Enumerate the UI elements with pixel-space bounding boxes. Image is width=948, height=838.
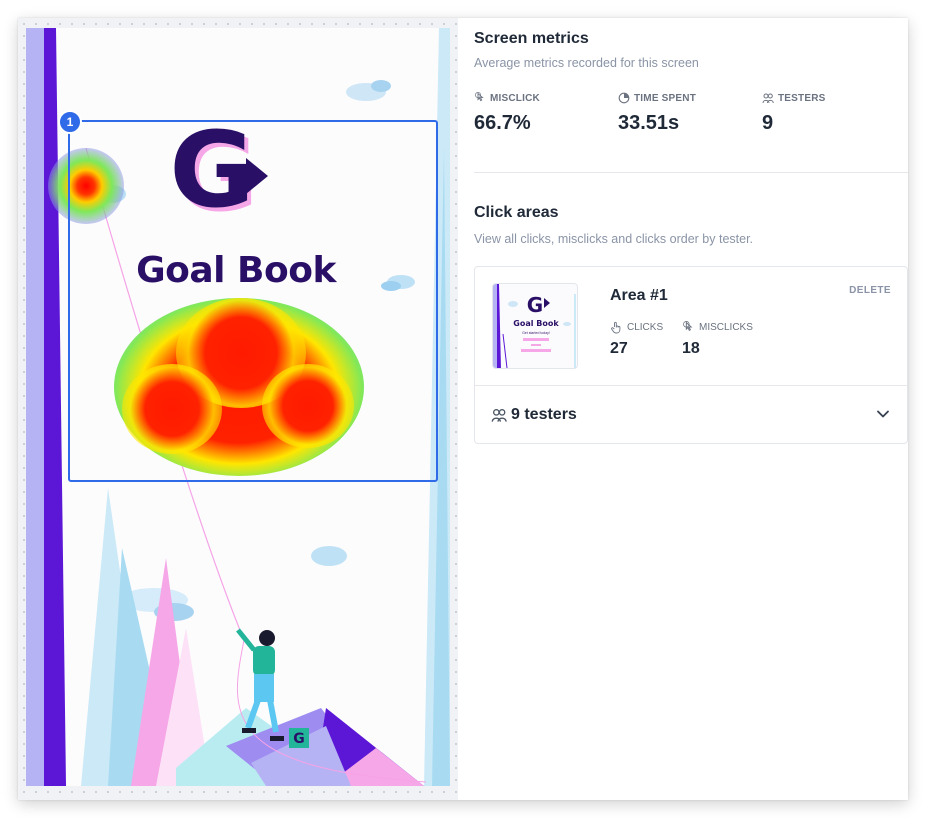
misclick-icon (475, 92, 484, 102)
area-thumbnail[interactable]: G Goal Book Get started today! (492, 283, 578, 369)
people-icon (762, 93, 774, 104)
stat-misclicks-label: MISCLICKS (699, 322, 753, 333)
click-areas-subtitle: View all clicks, misclicks and clicks or… (474, 232, 754, 246)
metric-misclick-label: MISCLICK (490, 92, 540, 104)
clock-icon (618, 92, 630, 104)
click-areas-title: Click areas (474, 204, 559, 221)
thumbnail-app-name: Goal Book (513, 319, 559, 328)
metric-testers: TESTERS 9 (762, 92, 826, 135)
metric-time-spent: TIME SPENT 33.51s (618, 92, 696, 135)
section-divider (474, 172, 908, 173)
prototype-screen: G G G Goal Book Get started today! 1 (26, 28, 450, 786)
metric-time-spent-value: 33.51s (618, 112, 680, 134)
delete-area-button[interactable]: DELETE (849, 285, 891, 296)
stat-misclicks-value: 18 (682, 340, 700, 357)
metric-misclick-value: 66.7% (474, 112, 531, 134)
people-icon (491, 409, 507, 422)
screen-metrics-title: Screen metrics (474, 30, 589, 47)
click-area-box[interactable] (68, 120, 438, 482)
thumbnail-screen: G Goal Book Get started today! (493, 284, 576, 368)
thumbnail-logo: G (527, 293, 543, 317)
chevron-down-icon[interactable] (875, 406, 891, 422)
prototype-canvas[interactable]: G G G Goal Book Get started today! 1 (18, 18, 458, 800)
testers-count: 9 testers (511, 406, 577, 423)
misclick-icon (683, 321, 693, 331)
svg-text:G: G (293, 731, 305, 747)
click-area-card[interactable]: G Goal Book Get started today! Area #1 D… (474, 266, 908, 444)
metrics-panel: Screen metrics Average metrics recorded … (458, 18, 908, 800)
app-window: G G G Goal Book Get started today! 1 Scr… (18, 18, 908, 800)
testers-toggle[interactable]: 9 testers (475, 386, 907, 444)
screen-metrics-subtitle: Average metrics recorded for this screen (474, 56, 699, 70)
area-name: Area #1 (610, 287, 668, 304)
stat-clicks-value: 27 (610, 340, 628, 357)
metric-testers-label: TESTERS (778, 92, 826, 104)
thumbnail-tagline: Get started today! (522, 331, 550, 335)
metric-misclick: MISCLICK 66.7% (474, 92, 540, 135)
stat-clicks: CLICKS 27 (610, 321, 663, 358)
click-area-badge[interactable]: 1 (58, 110, 82, 134)
metric-time-spent-label: TIME SPENT (634, 92, 697, 104)
stat-misclicks: MISCLICKS 18 (682, 321, 753, 358)
click-hand-icon (611, 321, 621, 334)
metric-testers-value: 9 (762, 112, 774, 134)
stat-clicks-label: CLICKS (627, 322, 664, 333)
